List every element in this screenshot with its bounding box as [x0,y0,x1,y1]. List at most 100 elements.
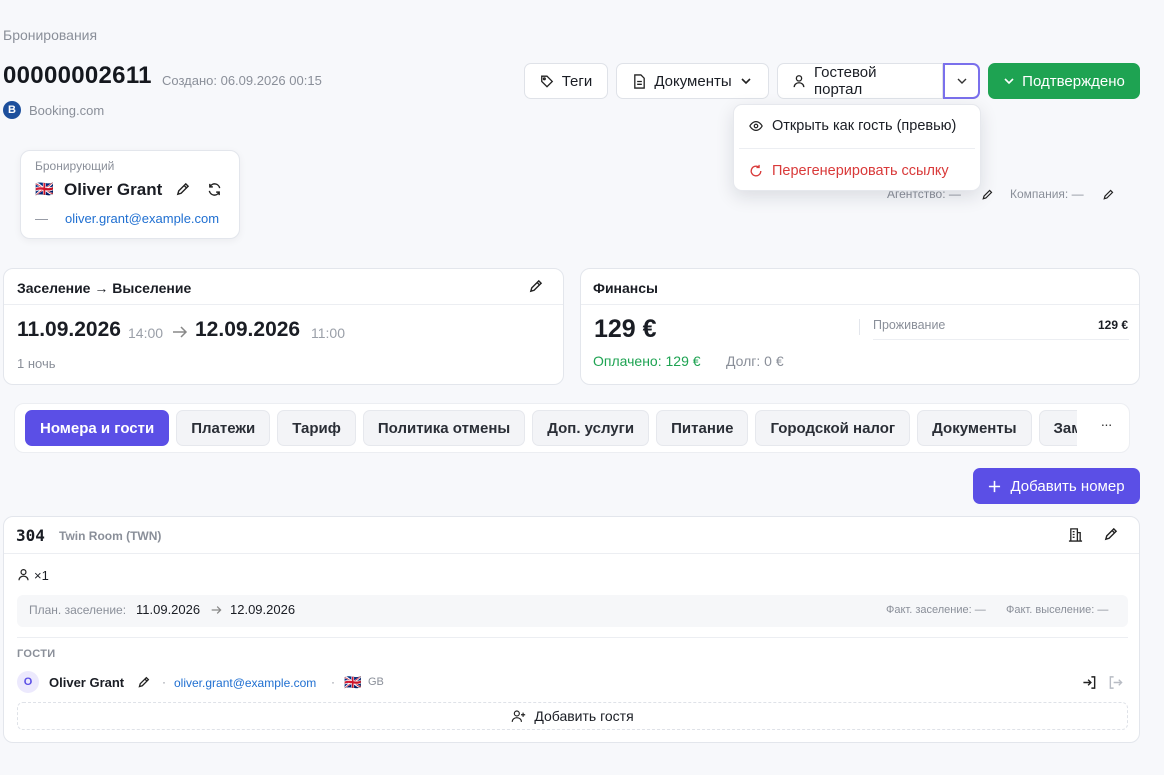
login-icon[interactable] [1082,675,1097,690]
tab-rate[interactable]: Тариф [277,410,356,446]
open-as-guest-item[interactable]: Открыть как гость (превью) [734,105,980,147]
room-number: 304 [16,526,45,545]
edit-agency-pencil-icon[interactable] [981,189,993,201]
add-room-label: Добавить номер [1010,477,1125,495]
documents-button[interactable]: Документы [616,63,769,99]
checkout-time: 11:00 [311,325,345,341]
room-divider [4,553,1139,554]
breadcrumb[interactable]: Бронирования [3,27,97,43]
source-name: Booking.com [29,103,105,118]
guests-divider [17,637,1128,638]
plan-to: 12.09.2026 [230,602,296,617]
guest-name: Oliver Grant [49,675,125,690]
fact-checkin: Факт. заселение: — [886,604,986,616]
finance-divider [581,304,1139,305]
status-confirmed-button[interactable]: Подтверждено [988,63,1140,99]
open-as-guest-label: Открыть как гость (превью) [772,118,957,134]
refresh-icon [749,164,763,178]
add-room-button[interactable]: Добавить номер [973,468,1140,504]
user-icon [792,74,806,88]
user-icon [17,568,30,581]
checkin-time: 14:00 [128,325,164,341]
guests-title: ГОСТИ [17,648,56,660]
tab-payments[interactable]: Платежи [176,410,271,446]
tag-icon [540,74,554,88]
booker-label: Бронирующий [35,159,115,173]
occupancy: ×1 [34,568,49,583]
nights-count: 1 ночь [17,356,56,371]
regenerate-link-label: Перегенерировать ссылку [772,163,949,179]
finance-card: Финансы 129 € Оплачено: 129 € Долг: 0 € … [580,268,1140,385]
tab-cancellation-policy[interactable]: Политика отмены [362,410,526,446]
add-guest-label: Добавить гостя [534,708,634,724]
stay-title: Заселение → Выселение [17,280,192,296]
booker-phone: — [35,211,48,226]
edit-room-pencil-icon[interactable] [1103,527,1118,542]
plan-label: План. заселение: [29,603,127,617]
booking-number: 00000002611 [3,62,152,89]
edit-stay-pencil-icon[interactable] [528,279,543,294]
separator-dot: · [331,675,335,689]
checkin-date: 11.09.2026 [17,318,121,341]
guest-portal-dropdown-menu: Открыть как гость (превью) Перегенериров… [733,104,981,191]
eye-icon [749,119,763,133]
finance-line-value: 129 € [1097,318,1128,332]
checkout-date: 12.09.2026 [195,318,301,341]
chevron-down-icon [740,75,752,87]
tabs-row: Номера и гости Платежи Тариф Политика от… [25,410,1077,447]
fact-checkout: Факт. выселение: — [1006,604,1109,616]
tab-documents[interactable]: Документы [917,410,1032,446]
arrow-right-icon [211,605,222,615]
chevron-down-icon [1003,75,1015,87]
add-guest-button[interactable]: Добавить гостя [17,702,1128,730]
room-card: 304 Twin Room (TWN) ×1 План. заселение: … [3,516,1140,743]
tags-button[interactable]: Теги [524,63,608,99]
finance-line-underline [873,339,1129,340]
booker-name: Oliver Grant [64,180,163,199]
guest-portal-dropdown-toggle[interactable] [943,63,980,99]
document-icon [633,73,646,89]
company-label: Компания: — [1010,187,1084,201]
separator-dot: · [162,675,166,689]
tab-rooms-guests[interactable]: Номера и гости [25,410,170,446]
documents-label: Документы [654,72,732,90]
guest-country: GB [368,676,384,688]
tab-city-tax[interactable]: Городской налог [755,410,911,446]
guest-flag: 🇬🇧 [344,674,362,690]
booker-email[interactable]: oliver.grant@example.com [65,211,219,226]
finance-line-label: Проживание [873,318,946,332]
menu-divider [739,148,975,149]
guest-email[interactable]: oliver.grant@example.com [174,676,316,690]
finance-title: Финансы [593,280,658,296]
building-icon[interactable] [1068,527,1083,542]
guest-portal-label: Гостевой портал [814,64,877,98]
booker-flag: 🇬🇧 [35,181,54,198]
source-badge: B [3,101,21,119]
tab-notes[interactable]: Заметки [1038,410,1077,446]
edit-company-pencil-icon[interactable] [1102,189,1114,201]
booker-card: Бронирующий 🇬🇧 Oliver Grant — oliver.gra… [20,150,240,239]
tabs-more-button[interactable]: ··· [1090,416,1122,440]
refresh-booker-icon[interactable] [207,182,222,197]
plan-from: 11.09.2026 [136,602,201,617]
edit-guest-pencil-icon[interactable] [137,676,150,689]
status-label: Подтверждено [1022,72,1125,90]
edit-booker-pencil-icon[interactable] [175,182,190,197]
stay-divider [4,304,563,305]
logout-icon[interactable] [1108,675,1123,690]
avatar: O [17,671,39,693]
tags-label: Теги [561,72,593,90]
room-type: Twin Room (TWN) [59,529,162,543]
stay-card: Заселение → Выселение 11.09.2026 14:00 1… [3,268,564,385]
tab-meals[interactable]: Питание [656,410,749,446]
arrow-right-icon [172,325,188,339]
guest-portal-button[interactable]: Гостевой портал [777,63,943,99]
finance-total: 129 € [594,315,657,343]
tab-extra-services[interactable]: Доп. услуги [532,410,650,446]
add-user-icon [511,709,526,723]
chevron-down-icon [956,75,968,87]
regenerate-link-item[interactable]: Перегенерировать ссылку [734,150,980,192]
finance-debt: Долг: 0 € [726,353,784,369]
created-date: Создано: 06.09.2026 00:15 [162,73,322,88]
plus-icon [988,480,1001,493]
